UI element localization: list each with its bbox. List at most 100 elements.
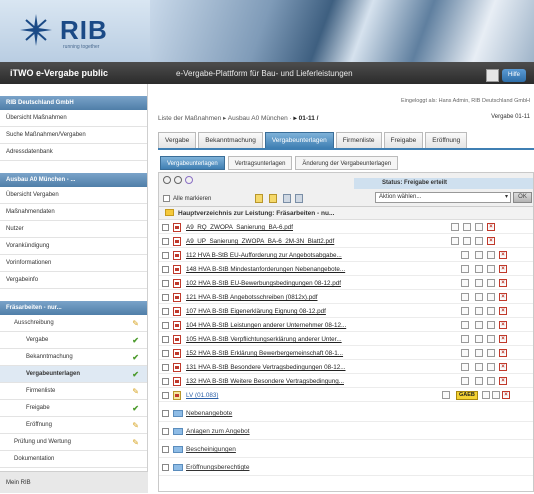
row-checkbox[interactable] bbox=[162, 464, 169, 471]
file-name-link[interactable]: 152 HVA B-StB Erklärung Bewerbergemeinsc… bbox=[186, 347, 343, 360]
file-name-link[interactable]: A9_RQ_ZWOPA_Sanierung_BA-6.pdf bbox=[186, 221, 293, 234]
folder-row[interactable]: Eröffnungsberechtigte bbox=[159, 459, 533, 476]
file-row[interactable]: 107 HVA B-StB Eigenerklärung Eignung 08-… bbox=[159, 305, 533, 318]
tab-5[interactable]: Eröffnung bbox=[425, 132, 468, 148]
file-name-link[interactable]: 102 HVA B-StB EU-Bewerbungsbedingungen 0… bbox=[186, 277, 341, 290]
download-icon[interactable] bbox=[482, 391, 490, 399]
properties-icon[interactable] bbox=[487, 377, 495, 385]
properties-icon[interactable] bbox=[487, 321, 495, 329]
download-icon[interactable] bbox=[475, 321, 483, 329]
edit-icon[interactable] bbox=[461, 335, 469, 343]
row-checkbox[interactable] bbox=[162, 238, 169, 245]
sidebar-item-vergabeinfo[interactable]: Vergabeinfo bbox=[0, 272, 147, 289]
file-name-link[interactable]: 132 HVA B-StB Weitere Besondere Vertrags… bbox=[186, 375, 344, 388]
gaeb-badge[interactable]: GAEB bbox=[456, 391, 478, 400]
edit-icon[interactable] bbox=[485, 68, 499, 82]
tree-item[interactable]: Prüfung und Wertung ✎ bbox=[0, 434, 147, 451]
view-icon[interactable] bbox=[451, 237, 459, 245]
edit-icon[interactable] bbox=[461, 279, 469, 287]
action-select[interactable]: Aktion wählen... bbox=[375, 192, 511, 203]
edit-icon[interactable] bbox=[461, 321, 469, 329]
row-checkbox[interactable] bbox=[162, 392, 169, 399]
row-checkbox[interactable] bbox=[162, 322, 169, 329]
tree-item[interactable]: Freigabe ✔ bbox=[0, 400, 147, 417]
row-checkbox[interactable] bbox=[162, 294, 169, 301]
delete-icon[interactable]: × bbox=[499, 335, 507, 343]
row-checkbox[interactable] bbox=[162, 364, 169, 371]
sidebar-footer-mein-rib[interactable]: Mein RIB bbox=[0, 471, 148, 493]
tree-item[interactable]: Bekanntmachung ✔ bbox=[0, 349, 147, 366]
file-row[interactable]: 131 HVA B-StB Besondere Vertragsbedingun… bbox=[159, 361, 533, 374]
download-icon[interactable] bbox=[475, 251, 483, 259]
tree-item[interactable]: Ausschreibung ✎ bbox=[0, 315, 147, 332]
folder-row[interactable]: Anlagen zum Angebot bbox=[159, 423, 533, 440]
folder-name-link[interactable]: Anlagen zum Angebot bbox=[186, 423, 250, 440]
delete-icon[interactable]: × bbox=[502, 391, 510, 399]
folder-name-link[interactable]: Bescheinigungen bbox=[186, 441, 236, 458]
upload-icon[interactable] bbox=[269, 194, 277, 203]
row-checkbox[interactable] bbox=[162, 308, 169, 315]
properties-icon[interactable] bbox=[487, 363, 495, 371]
file-row[interactable]: 102 HVA B-StB EU-Bewerbungsbedingungen 0… bbox=[159, 277, 533, 290]
download-icon[interactable] bbox=[283, 194, 291, 203]
link-icon[interactable] bbox=[185, 176, 193, 184]
download-icon[interactable] bbox=[475, 265, 483, 273]
delete-icon[interactable]: × bbox=[499, 307, 507, 315]
download-icon[interactable] bbox=[475, 307, 483, 315]
file-name-link[interactable]: 148 HVA B-StB Mindestanforderungen Neben… bbox=[186, 263, 345, 276]
view-icon[interactable] bbox=[451, 223, 459, 231]
row-checkbox[interactable] bbox=[162, 224, 169, 231]
tree-item[interactable]: Eröffnung ✎ bbox=[0, 417, 147, 434]
row-checkbox[interactable] bbox=[162, 428, 169, 435]
edit-icon[interactable] bbox=[461, 307, 469, 315]
download-icon[interactable] bbox=[475, 363, 483, 371]
tab-1[interactable]: Bekanntmachung bbox=[198, 132, 263, 148]
tab-3[interactable]: Firmenliste bbox=[335, 132, 382, 148]
edit-icon[interactable] bbox=[461, 377, 469, 385]
rib-logo[interactable]: RIB running together bbox=[18, 12, 108, 50]
sidebar-item-overview[interactable]: Übersicht Maßnahmen bbox=[0, 110, 147, 127]
lv-file-link[interactable]: LV (01.083) bbox=[186, 389, 218, 402]
file-name-link[interactable]: 105 HVA B-StB Verpflichtungserklärung an… bbox=[186, 333, 342, 346]
properties-icon[interactable] bbox=[487, 251, 495, 259]
edit-icon[interactable] bbox=[461, 349, 469, 357]
delete-icon[interactable]: × bbox=[499, 377, 507, 385]
folder-name-link[interactable]: Eröffnungsberechtigte bbox=[186, 459, 249, 476]
row-checkbox[interactable] bbox=[162, 446, 169, 453]
properties-icon[interactable] bbox=[487, 265, 495, 273]
subtab-2[interactable]: Änderung der Vergabeunterlagen bbox=[295, 156, 399, 170]
folder-row[interactable]: Nebenangebote bbox=[159, 405, 533, 422]
file-name-link[interactable]: 107 HVA B-StB Eigenerklärung Eignung 08-… bbox=[186, 305, 326, 318]
subtab-1[interactable]: Vertragsunterlagen bbox=[227, 156, 293, 170]
folder-row[interactable]: Bescheinigungen bbox=[159, 441, 533, 458]
folder-name-link[interactable]: Nebenangebote bbox=[186, 405, 232, 422]
edit-icon[interactable] bbox=[475, 237, 483, 245]
file-row[interactable]: A9_UP_Sanierung_ZWOPA_BA-6_2M-3N_Blatt2.… bbox=[159, 235, 533, 248]
edit-icon[interactable] bbox=[475, 223, 483, 231]
file-row[interactable]: 105 HVA B-StB Verpflichtungserklärung an… bbox=[159, 333, 533, 346]
properties-icon[interactable] bbox=[487, 349, 495, 357]
edit-icon[interactable] bbox=[461, 363, 469, 371]
tab-4[interactable]: Freigabe bbox=[383, 132, 424, 148]
delete-icon[interactable]: × bbox=[499, 293, 507, 301]
tab-2[interactable]: Vergabeunterlagen bbox=[264, 132, 334, 148]
sidebar-item-nutzer[interactable]: Nutzer bbox=[0, 221, 147, 238]
properties-icon[interactable] bbox=[487, 293, 495, 301]
row-checkbox[interactable] bbox=[162, 266, 169, 273]
new-folder-icon[interactable] bbox=[255, 194, 263, 203]
properties-icon[interactable] bbox=[492, 391, 500, 399]
file-row[interactable]: 148 HVA B-StB Mindestanforderungen Neben… bbox=[159, 263, 533, 276]
tree-item[interactable]: Firmenliste ✎ bbox=[0, 383, 147, 400]
file-name-link[interactable]: 112 HVA B-StB EU-Aufforderung zur Angebo… bbox=[186, 249, 342, 262]
sidebar-item-vorinformationen[interactable]: Vorinformationen bbox=[0, 255, 147, 272]
delete-icon[interactable]: × bbox=[499, 265, 507, 273]
file-name-link[interactable]: A9_UP_Sanierung_ZWOPA_BA-6_2M-3N_Blatt2.… bbox=[186, 235, 334, 248]
ok-button[interactable]: OK bbox=[513, 192, 532, 203]
tree-item[interactable]: Dokumentation bbox=[0, 451, 147, 468]
properties-icon[interactable] bbox=[487, 307, 495, 315]
delete-icon[interactable]: × bbox=[487, 223, 495, 231]
download-icon[interactable] bbox=[463, 223, 471, 231]
row-checkbox[interactable] bbox=[162, 410, 169, 417]
sidebar-item-vorankuendigung[interactable]: Vorankündigung bbox=[0, 238, 147, 255]
sidebar-item-addresses[interactable]: Adressdatenbank bbox=[0, 144, 147, 161]
